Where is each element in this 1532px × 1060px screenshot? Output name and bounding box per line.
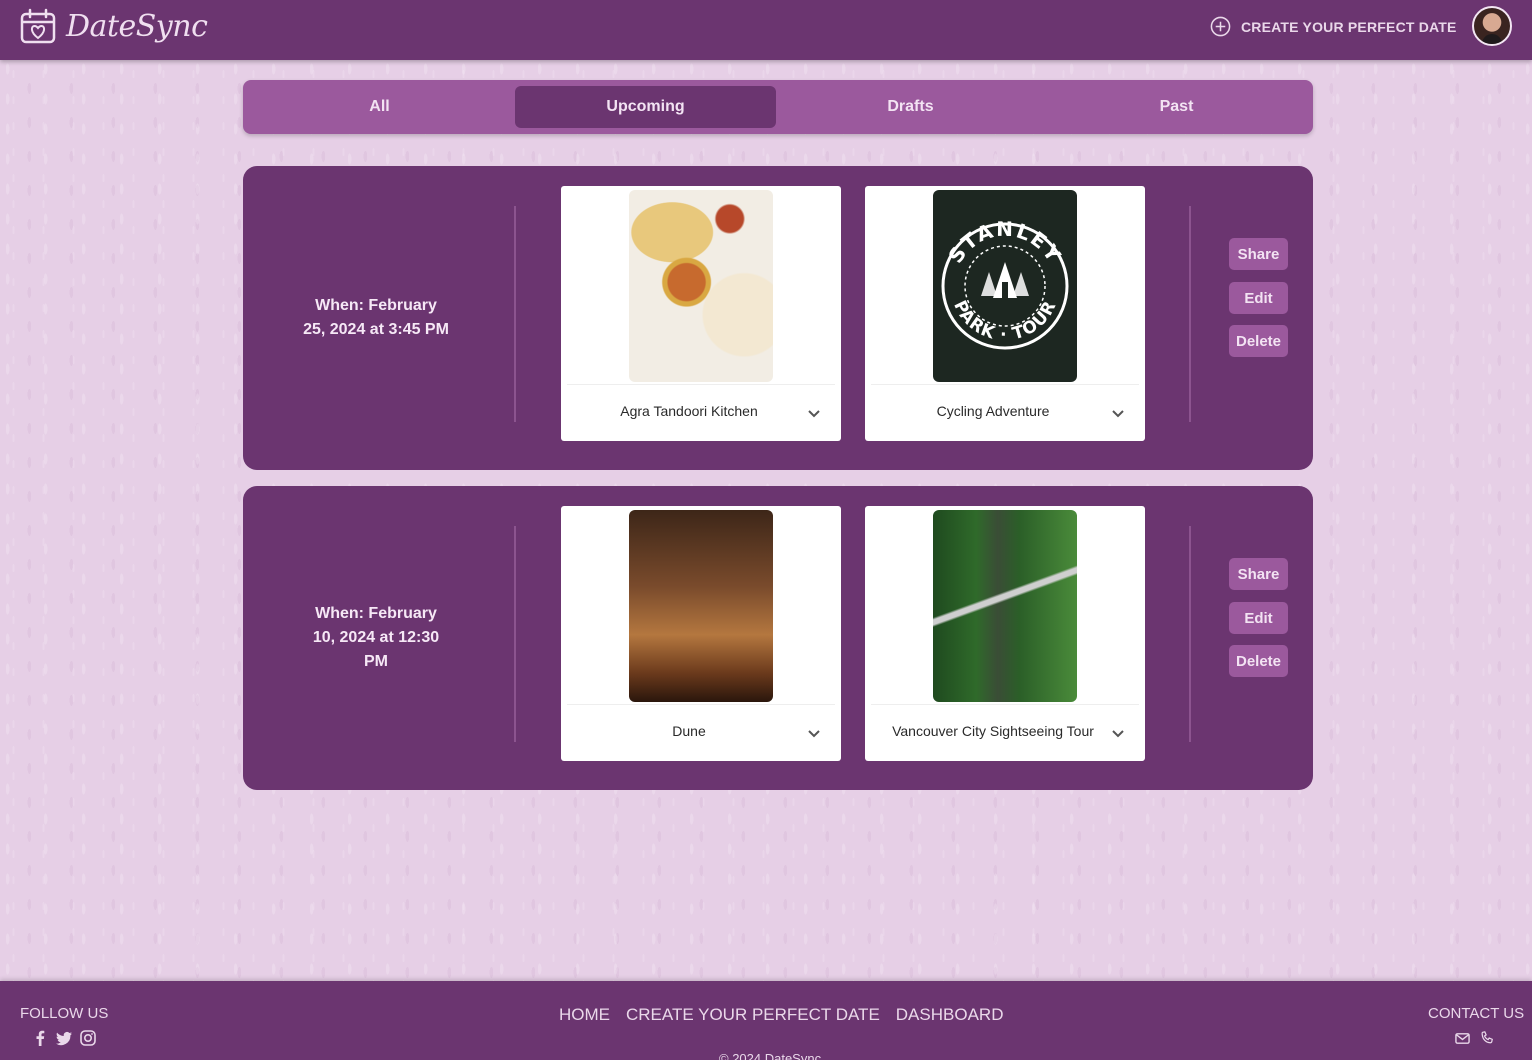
calendar-heart-icon <box>20 8 56 44</box>
top-navbar: DateSync CREATE YOUR PERFECT DATE <box>0 0 1532 60</box>
tab-past[interactable]: Past <box>1046 86 1307 128</box>
chevron-down-icon[interactable] <box>807 726 821 740</box>
activity-card[interactable]: Agra Tandoori Kitchen <box>561 186 841 441</box>
activity-image: STANLEY PARK · TOUR <box>933 190 1077 382</box>
date-card: When: February 10, 2024 at 12:30 PM Dune… <box>243 486 1313 790</box>
activity-card[interactable]: STANLEY PARK · TOUR Cycling Adventure <box>865 186 1145 441</box>
divider <box>567 384 835 385</box>
activity-card[interactable]: Vancouver City Sightseeing Tour <box>865 506 1145 761</box>
twitter-icon[interactable] <box>56 1030 72 1046</box>
follow-us-title: FOLLOW US <box>20 1005 109 1022</box>
brand-name: DateSync <box>66 8 208 44</box>
share-button[interactable]: Share <box>1229 238 1288 270</box>
activity-name: Vancouver City Sightseeing Tour <box>892 723 1094 739</box>
stanley-park-logo-icon: STANLEY PARK · TOUR <box>941 217 1069 350</box>
activity-name: Cycling Adventure <box>936 403 1050 419</box>
chevron-down-icon[interactable] <box>807 406 821 420</box>
divider <box>567 704 835 705</box>
delete-button[interactable]: Delete <box>1229 325 1288 357</box>
divider <box>1189 526 1191 742</box>
date-when: When: February 25, 2024 at 3:45 PM <box>303 297 449 338</box>
contact-us-title: CONTACT US <box>1428 1005 1525 1022</box>
create-date-label: CREATE YOUR PERFECT DATE <box>1241 18 1457 35</box>
activity-image <box>933 510 1077 702</box>
footer-link-create[interactable]: CREATE YOUR PERFECT DATE <box>626 1005 880 1025</box>
tab-drafts[interactable]: Drafts <box>780 86 1041 128</box>
footer-link-dashboard[interactable]: DASHBOARD <box>896 1005 1004 1025</box>
copyright-text: © 2024 DateSync <box>719 1051 822 1060</box>
logo-text-top: STANLEY <box>943 217 1064 268</box>
divider <box>871 384 1139 385</box>
activity-name: Agra Tandoori Kitchen <box>620 403 758 419</box>
chevron-down-icon[interactable] <box>1111 406 1125 420</box>
svg-text:PARK · TOUR: PARK · TOUR <box>949 297 1060 345</box>
date-filter-tabs: All Upcoming Drafts Past <box>243 80 1313 134</box>
edit-button[interactable]: Edit <box>1229 282 1288 314</box>
activity-card[interactable]: Dune <box>561 506 841 761</box>
activity-name: Dune <box>672 723 706 739</box>
divider <box>871 704 1139 705</box>
mail-icon[interactable] <box>1455 1031 1470 1046</box>
instagram-icon[interactable] <box>80 1030 96 1046</box>
divider <box>514 526 516 742</box>
date-card: When: February 25, 2024 at 3:45 PM Agra … <box>243 166 1313 470</box>
edit-button[interactable]: Edit <box>1229 602 1288 634</box>
date-when: When: February 10, 2024 at 12:30 PM <box>312 605 440 670</box>
facebook-icon[interactable] <box>32 1030 48 1046</box>
tab-all[interactable]: All <box>249 86 510 128</box>
logo-text-bottom: PARK · TOUR <box>949 297 1059 345</box>
tab-upcoming[interactable]: Upcoming <box>515 86 776 128</box>
footer: FOLLOW US HOME CREATE YOUR PERFECT DATE … <box>0 981 1532 1060</box>
footer-link-home[interactable]: HOME <box>559 1005 610 1025</box>
share-button[interactable]: Share <box>1229 558 1288 590</box>
user-avatar[interactable] <box>1472 6 1512 46</box>
chevron-down-icon[interactable] <box>1111 726 1125 740</box>
divider <box>1189 206 1191 422</box>
create-date-link[interactable]: CREATE YOUR PERFECT DATE <box>1210 16 1457 37</box>
delete-button[interactable]: Delete <box>1229 645 1288 677</box>
svg-text:STANLEY: STANLEY <box>943 217 1066 268</box>
footer-nav: HOME CREATE YOUR PERFECT DATE DASHBOARD <box>559 1005 1003 1025</box>
divider <box>514 206 516 422</box>
phone-icon[interactable] <box>1480 1031 1494 1045</box>
activity-image <box>629 510 773 702</box>
brand[interactable]: DateSync <box>20 8 208 44</box>
activity-image <box>629 190 773 382</box>
plus-circle-icon <box>1210 16 1231 37</box>
